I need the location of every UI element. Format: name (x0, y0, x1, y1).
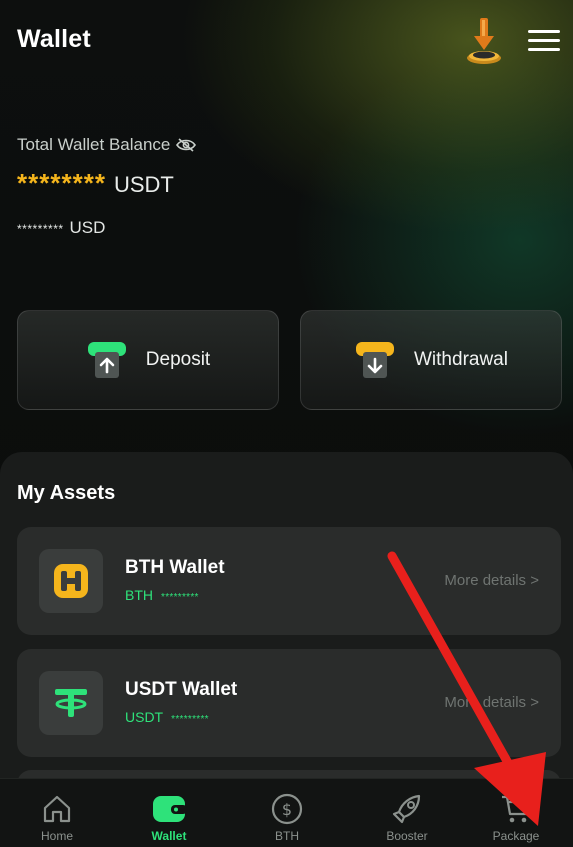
asset-sub: USDT ********* (125, 709, 209, 725)
balance-label: Total Wallet Balance (17, 135, 197, 155)
withdrawal-icon (356, 342, 394, 378)
balance-usdt: ******** USDT (17, 168, 174, 199)
balance-label-text: Total Wallet Balance (17, 135, 171, 154)
asset-masked-balance: ********* (161, 592, 199, 603)
usd-unit: USD (69, 218, 106, 237)
withdrawal-label: Withdrawal (414, 349, 508, 370)
asset-name: USDT Wallet (125, 679, 238, 700)
wallet-screen: Wallet Total Wallet Balance ******** USD… (0, 0, 573, 847)
dollar-coin-icon: $ (271, 793, 303, 825)
usdt-unit: USDT (113, 172, 174, 197)
svg-text:$: $ (282, 800, 292, 819)
asset-card-bth[interactable]: BTH Wallet BTH ********* More details > (17, 527, 561, 635)
home-icon (43, 795, 71, 823)
asset-symbol: USDT (125, 709, 164, 725)
asset-name: BTH Wallet (125, 557, 225, 578)
nav-label: Package (492, 829, 540, 843)
asset-symbol: BTH (125, 587, 153, 603)
more-details-link[interactable]: More details > (444, 694, 539, 711)
usd-masked-value: ********* (17, 222, 64, 236)
more-details-link[interactable]: More details > (444, 572, 539, 589)
usdt-masked-value: ******** (17, 168, 106, 198)
bth-logo-icon (39, 549, 103, 613)
download-icon[interactable] (464, 12, 504, 68)
tether-logo-icon (39, 671, 103, 735)
page-title: Wallet (17, 25, 91, 53)
rocket-icon (392, 794, 421, 824)
nav-item-wallet[interactable]: Wallet (112, 779, 226, 847)
nav-label: Home (40, 829, 73, 843)
nav-label: Booster (386, 829, 428, 843)
app-header: Wallet (0, 0, 573, 80)
nav-item-booster[interactable]: Booster (350, 779, 464, 847)
nav-item-bth[interactable]: $ BTH (230, 779, 344, 847)
nav-item-package[interactable]: Package (459, 779, 573, 847)
hamburger-menu-icon[interactable] (528, 30, 560, 52)
asset-masked-balance: ********* (171, 714, 209, 725)
withdrawal-button[interactable]: Withdrawal (300, 310, 562, 410)
cart-icon (502, 795, 531, 823)
nav-item-home[interactable]: Home (0, 779, 114, 847)
nav-label: Wallet (151, 829, 187, 843)
balance-usd: ********* USD (17, 218, 105, 238)
asset-card-usdt[interactable]: USDT Wallet USDT ********* More details … (17, 649, 561, 757)
deposit-label: Deposit (145, 349, 211, 370)
asset-sub: BTH ********* (125, 587, 199, 603)
deposit-button[interactable]: Deposit (17, 310, 279, 410)
bottom-nav: Home Wallet $ BTH Booster Package (0, 778, 573, 847)
assets-title: My Assets (17, 482, 116, 504)
nav-label: BTH (275, 829, 299, 843)
wallet-icon (153, 796, 187, 822)
deposit-icon (87, 342, 126, 378)
eye-slash-icon[interactable] (176, 138, 197, 152)
